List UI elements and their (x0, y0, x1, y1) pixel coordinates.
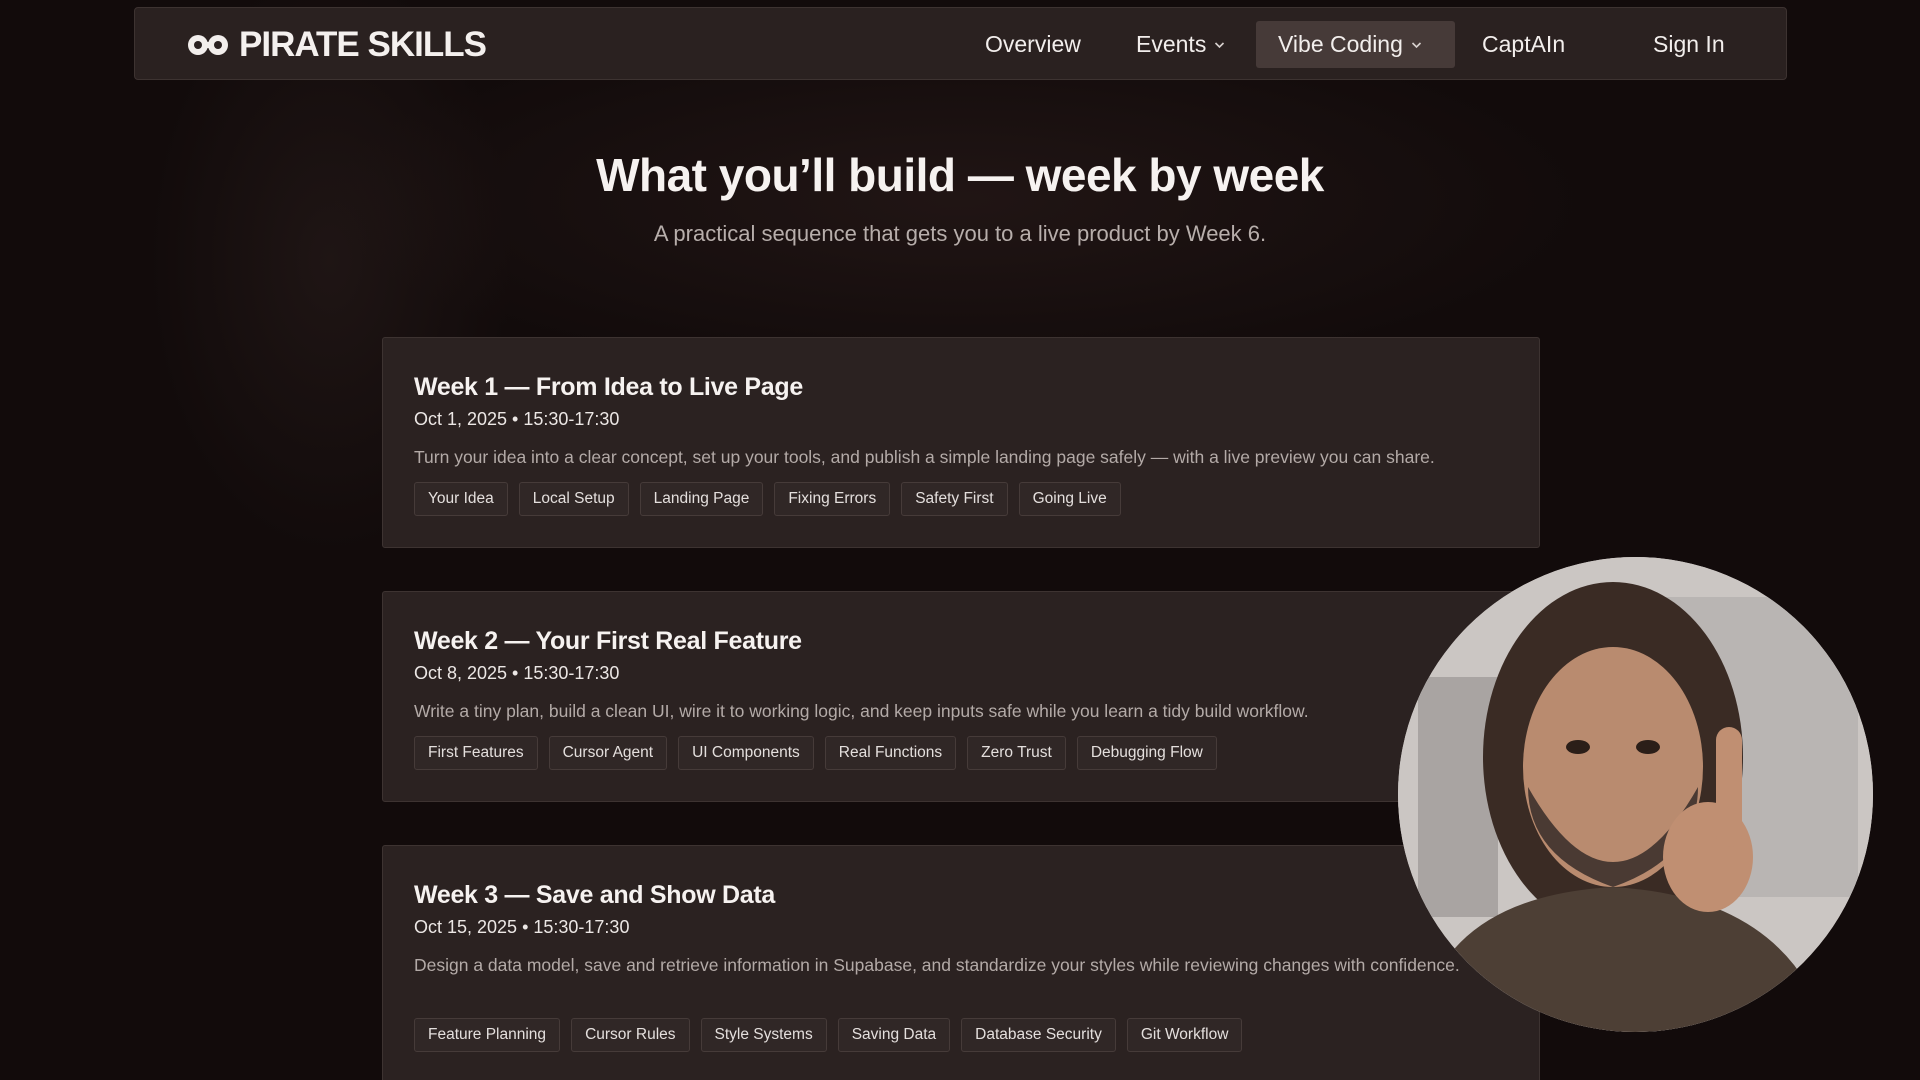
nav-captain-label: CaptAIn (1482, 31, 1566, 57)
sign-in-label: Sign In (1653, 31, 1725, 57)
page-subtitle: A practical sequence that gets you to a … (653, 221, 1267, 246)
nav-captain[interactable]: CaptAIn (1482, 21, 1565, 68)
week-title: Week 3 — Save and Show Data (414, 881, 776, 909)
page: PIRATE SKILLS Overview Events Vibe Codin… (0, 0, 1920, 1080)
tag[interactable]: Safety First (901, 482, 1008, 516)
brand-name: PIRATE SKILLS (239, 24, 487, 64)
brand-logo[interactable]: PIRATE SKILLS (187, 8, 487, 81)
tag[interactable]: Feature Planning (414, 1018, 561, 1052)
tag-list: Your Idea Local Setup Landing Page Fixin… (414, 482, 1121, 516)
page-title: What you’ll build — week by week (596, 149, 1324, 201)
tag[interactable]: Zero Trust (967, 736, 1066, 770)
tag[interactable]: Cursor Rules (571, 1018, 690, 1052)
chevron-down-icon (1215, 41, 1225, 48)
presenter-webcam (1398, 557, 1873, 1032)
week-card: Week 2 — Your First Real Feature Oct 8, … (382, 591, 1540, 802)
nav-overview[interactable]: Overview (985, 21, 1081, 68)
presenter-illustration (1398, 557, 1873, 1032)
tag[interactable]: Git Workflow (1126, 1018, 1243, 1052)
infinity-logo-icon (188, 34, 228, 55)
week-title: Week 1 — From Idea to Live Page (414, 373, 803, 401)
sign-in-button[interactable]: Sign In (1653, 21, 1725, 68)
tag[interactable]: UI Components (678, 736, 814, 770)
tag[interactable]: Real Functions (824, 736, 957, 770)
tag[interactable]: Cursor Agent (548, 736, 668, 770)
week-card: Week 1 — From Idea to Live Page Oct 1, 2… (382, 337, 1540, 548)
tag[interactable]: Database Security (961, 1018, 1116, 1052)
week-card: Week 3 — Save and Show Data Oct 15, 2025… (382, 845, 1540, 1080)
week-description: Turn your idea into a clear concept, set… (414, 447, 1435, 467)
nav-overview-label: Overview (985, 31, 1081, 57)
tag[interactable]: Local Setup (518, 482, 629, 516)
tag[interactable]: First Features (414, 736, 538, 770)
nav-events-dropdown[interactable]: Events (1136, 21, 1225, 68)
week-description: Design a data model, save and retrieve i… (414, 955, 1460, 975)
nav-vibe-coding-label: Vibe Coding (1278, 31, 1403, 57)
week-date: Oct 1, 2025 • 15:30-17:30 (414, 409, 620, 429)
tag[interactable]: Fixing Errors (774, 482, 891, 516)
tag[interactable]: Saving Data (837, 1018, 951, 1052)
chevron-down-icon (1411, 41, 1421, 48)
top-navbar: PIRATE SKILLS Overview Events Vibe Codin… (134, 7, 1787, 80)
tag[interactable]: Landing Page (639, 482, 764, 516)
tag[interactable]: Style Systems (700, 1018, 827, 1052)
nav-events-label: Events (1136, 31, 1207, 57)
nav-vibe-coding-dropdown[interactable]: Vibe Coding (1256, 21, 1455, 68)
tag[interactable]: Your Idea (414, 482, 508, 516)
tag[interactable]: Going Live (1018, 482, 1121, 516)
week-description: Write a tiny plan, build a clean UI, wir… (414, 701, 1309, 721)
week-title: Week 2 — Your First Real Feature (414, 627, 802, 655)
tag-list: Feature Planning Cursor Rules Style Syst… (414, 1018, 1243, 1052)
tag-list: First Features Cursor Agent UI Component… (414, 736, 1217, 770)
week-date: Oct 15, 2025 • 15:30-17:30 (414, 917, 630, 937)
week-date: Oct 8, 2025 • 15:30-17:30 (414, 663, 620, 683)
tag[interactable]: Debugging Flow (1076, 736, 1217, 770)
